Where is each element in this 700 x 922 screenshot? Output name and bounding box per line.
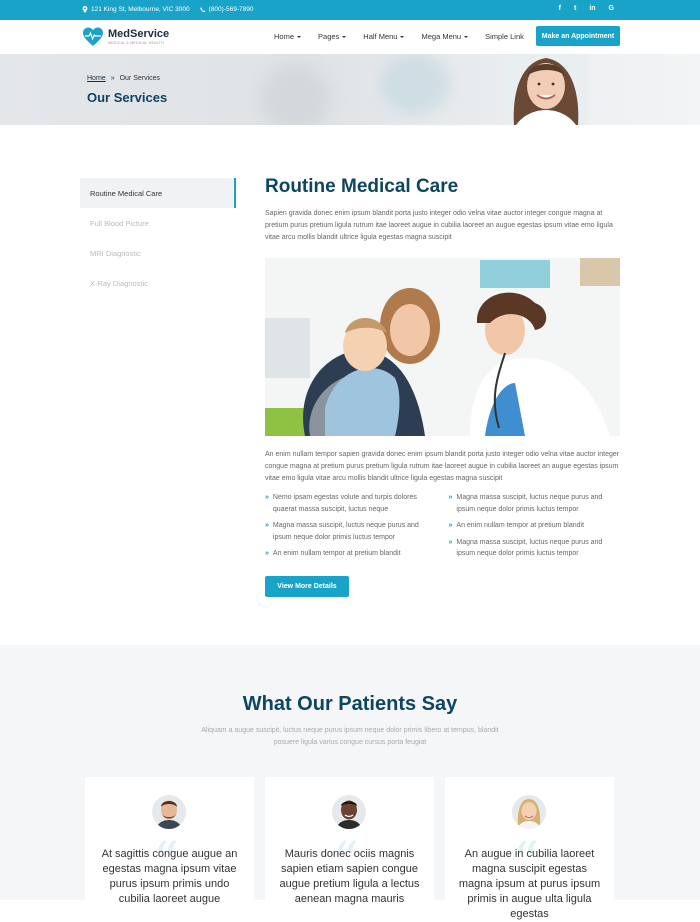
make-appointment-button[interactable]: Make an Appointment bbox=[536, 26, 620, 46]
service-body: An enim nullam tempor sapien gravida don… bbox=[265, 451, 620, 482]
list-item: » Magna massa suscipit, luctus neque puru… bbox=[265, 520, 437, 543]
testimonials-subtitle: Aliquam a augue suscipit, luctus neque p… bbox=[201, 727, 499, 746]
sidebar-item-mri-diagnostic[interactable]: MRI Diagnostic bbox=[80, 238, 236, 268]
chevron-down-icon bbox=[464, 35, 469, 38]
phone[interactable]: (800)-569-7890 bbox=[199, 6, 254, 13]
twitter-icon[interactable]: t bbox=[574, 5, 576, 12]
service-intro: Sapien gravida donec enim ipsum blandit … bbox=[265, 210, 613, 241]
double-chevron-icon: » bbox=[448, 494, 453, 501]
nav-label: Mega Menu bbox=[421, 32, 462, 41]
list-item: » Magna massa suscipit, luctus neque puru… bbox=[449, 492, 621, 515]
page-banner: Home » Our Services Our Services bbox=[0, 54, 700, 125]
testimonial-quote: An augue in cubilia laoreet magna suscip… bbox=[458, 848, 601, 920]
testimonial-card: “ An augue in cubilia laoreet magna susc… bbox=[445, 777, 614, 920]
breadcrumb-current: Our Services bbox=[119, 75, 161, 82]
nav-item-home[interactable]: Home bbox=[274, 32, 302, 41]
chevron-down-icon bbox=[297, 35, 302, 38]
sidebar-item-full-blood-picture[interactable]: Full Blood Picture bbox=[80, 208, 236, 238]
sidebar-item-routine-medical-care[interactable]: Routine Medical Care bbox=[80, 178, 236, 208]
contact-info: 121 King St, Melbourne, VIC 3000 (800)-5… bbox=[82, 6, 253, 13]
testimonial-card: “ At sagittis congue augue an egestas ma… bbox=[85, 777, 254, 917]
map-pin-icon bbox=[82, 6, 88, 13]
bullet-column-left: » Nemo ipsam egestas volute and turpis do… bbox=[265, 492, 437, 565]
chevron-down-icon bbox=[400, 35, 405, 38]
nav-item-mega-menu[interactable]: Mega Menu bbox=[421, 32, 469, 41]
sidebar-item-x-ray-diagnostic[interactable]: X-Ray Diagnostic bbox=[80, 268, 236, 298]
logo-name: MedService bbox=[108, 27, 170, 40]
double-chevron-icon: » bbox=[448, 522, 453, 529]
heart-logo-icon bbox=[83, 27, 103, 46]
list-item: » An enim nullam tempor at pretium blandi… bbox=[265, 548, 437, 560]
logo[interactable]: MedService MEDICAL & MEDICAL HEALTH bbox=[82, 26, 169, 48]
view-more-details-button[interactable]: View More Details bbox=[265, 576, 349, 597]
list-item: » Magna massa suscipit, luctus neque puru… bbox=[449, 537, 621, 560]
service-bullets: » Nemo ipsam egestas volute and turpis do… bbox=[265, 492, 620, 565]
page-title: Our Services bbox=[87, 90, 168, 105]
testimonials-section: What Our Patients Say Aliquam a augue su… bbox=[0, 645, 700, 920]
service-sidebar: Routine Medical Care Full Blood Picture … bbox=[80, 178, 236, 298]
bullet-column-right: » Magna massa suscipit, luctus neque puru… bbox=[449, 492, 621, 565]
list-item-text: Magna massa suscipit, luctus neque purus… bbox=[456, 494, 603, 513]
social-links: f t in G bbox=[559, 5, 614, 12]
list-item-text: Magna massa suscipit, luctus neque purus… bbox=[272, 522, 419, 541]
phone-icon bbox=[199, 6, 205, 12]
chevron-down-icon bbox=[342, 35, 347, 38]
doctor-photo bbox=[506, 54, 588, 125]
nav-item-pages[interactable]: Pages bbox=[318, 32, 347, 41]
service-title: Routine Medical Care bbox=[265, 176, 459, 197]
phone-text: (800)-569-7890 bbox=[208, 6, 254, 13]
nav-label: Half Menu bbox=[363, 32, 398, 41]
address-text: 121 King St, Melbourne, VIC 3000 bbox=[91, 6, 190, 13]
logo-tagline: MEDICAL & MEDICAL HEALTH bbox=[108, 40, 164, 45]
list-item: » Nemo ipsam egestas volute and turpis do… bbox=[265, 492, 437, 515]
address: 121 King St, Melbourne, VIC 3000 bbox=[82, 6, 190, 13]
list-item-text: Magna massa suscipit, luctus neque purus… bbox=[456, 538, 603, 558]
service-photo bbox=[265, 258, 620, 436]
testimonial-quote: At sagittis congue augue an egestas magn… bbox=[101, 848, 238, 905]
list-item-text: An enim nullam tempor at pretium blandit bbox=[456, 522, 585, 529]
nav-item-simple-link[interactable]: Simple Link bbox=[485, 32, 524, 41]
testimonial-cards: “ At sagittis congue augue an egestas ma… bbox=[85, 777, 614, 920]
double-chevron-icon: » bbox=[448, 538, 453, 546]
double-chevron-icon: » bbox=[265, 550, 269, 557]
nav-item-half-menu[interactable]: Half Menu bbox=[363, 32, 405, 41]
testimonial-card: “ Mauris donec ociis magnis sapien etiam… bbox=[265, 777, 434, 917]
breadcrumb-home-link[interactable]: Home bbox=[87, 75, 106, 82]
main-nav: Home Pages Half Menu Mega Menu Simple Li… bbox=[274, 32, 524, 41]
facebook-icon[interactable]: f bbox=[559, 5, 561, 12]
top-bar: 121 King St, Melbourne, VIC 3000 (800)-5… bbox=[0, 0, 700, 20]
double-chevron-icon: » bbox=[265, 522, 269, 529]
nav-label: Simple Link bbox=[485, 32, 524, 41]
breadcrumb: Home » Our Services bbox=[87, 75, 160, 82]
banner-background-figure bbox=[380, 54, 450, 114]
breadcrumb-separator: » bbox=[110, 75, 115, 82]
list-item-text: An enim nullam tempor at pretium blandit bbox=[272, 550, 401, 557]
testimonials-title: What Our Patients Say bbox=[242, 693, 458, 715]
double-chevron-icon: » bbox=[265, 494, 269, 501]
avatar bbox=[152, 795, 186, 829]
nav-label: Home bbox=[274, 32, 295, 41]
nav-label: Pages bbox=[318, 32, 340, 41]
avatar bbox=[512, 795, 546, 829]
linkedin-icon[interactable]: in bbox=[589, 5, 595, 12]
google-icon[interactable]: G bbox=[609, 5, 614, 12]
service-content: Routine Medical Care Sapien gravida done… bbox=[265, 176, 620, 244]
banner-background-figure bbox=[260, 64, 330, 125]
header: MedService MEDICAL & MEDICAL HEALTH Home… bbox=[0, 20, 700, 54]
testimonial-quote: Mauris donec ociis magnis sapien etiam s… bbox=[279, 848, 420, 905]
avatar bbox=[332, 795, 366, 829]
list-item-text: Nemo ipsam egestas volute and turpis dol… bbox=[272, 494, 417, 513]
list-item: » An enim nullam tempor at pretium blandi… bbox=[449, 520, 621, 532]
